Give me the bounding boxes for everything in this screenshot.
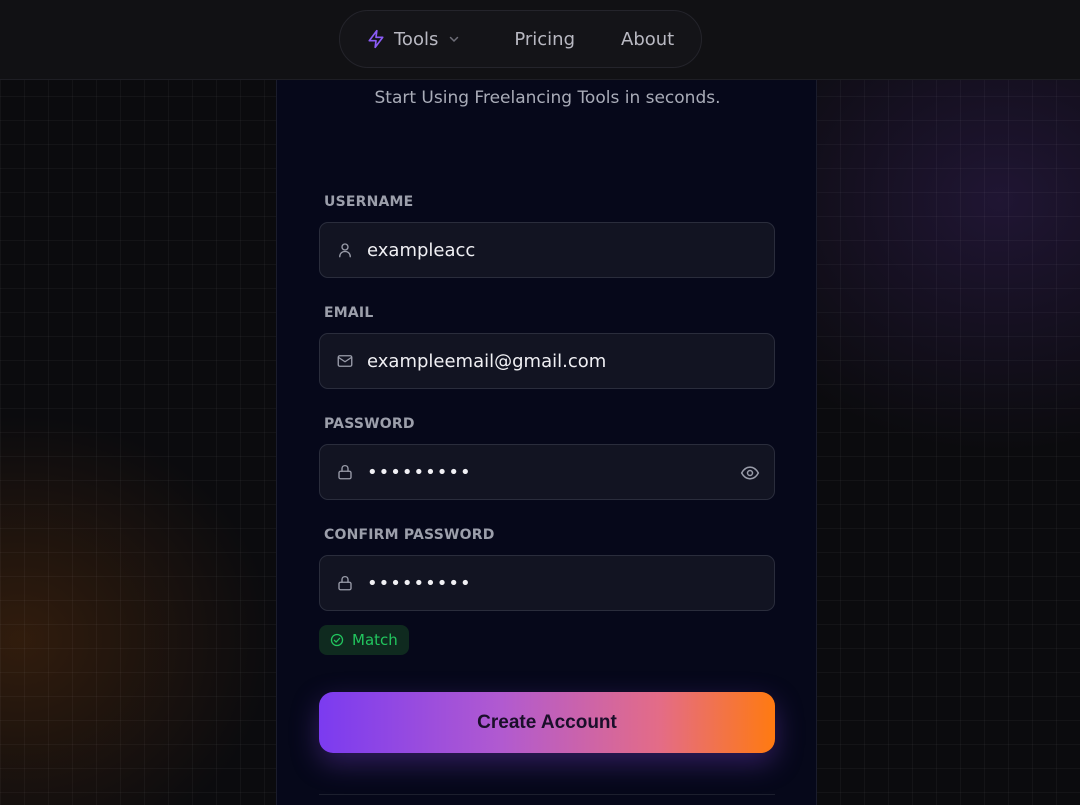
- chevron-down-icon: [450, 36, 459, 43]
- confirm-password-label: CONFIRM PASSWORD: [324, 527, 495, 543]
- lock-icon: [338, 464, 352, 480]
- confirm-password-field[interactable]: •••••••••: [319, 555, 775, 611]
- nav-pricing-link[interactable]: Pricing: [514, 29, 575, 50]
- password-match-badge: Match: [319, 625, 409, 655]
- top-navbar: Tools Pricing About: [0, 0, 1080, 80]
- signup-card: Start Using Freelancing Tools in seconds…: [276, 80, 817, 805]
- match-badge-label: Match: [352, 631, 398, 649]
- nav-pill: Tools Pricing About: [339, 10, 702, 68]
- email-value[interactable]: exampleemail@gmail.com: [367, 351, 606, 372]
- eye-icon[interactable]: [740, 463, 760, 483]
- form-subtitle: Start Using Freelancing Tools in seconds…: [374, 88, 721, 108]
- username-label: USERNAME: [324, 194, 414, 210]
- password-field[interactable]: •••••••••: [319, 444, 775, 500]
- create-account-button[interactable]: Create Account: [319, 692, 775, 753]
- username-value[interactable]: exampleacc: [367, 240, 475, 261]
- check-circle-icon: [330, 633, 344, 647]
- confirm-password-value[interactable]: •••••••••: [367, 573, 472, 594]
- username-field[interactable]: exampleacc: [319, 222, 775, 278]
- password-value[interactable]: •••••••••: [367, 462, 472, 483]
- password-label: PASSWORD: [324, 416, 415, 432]
- nav-about-link[interactable]: About: [621, 29, 674, 50]
- bolt-icon: [368, 29, 384, 49]
- email-label: EMAIL: [324, 305, 374, 321]
- email-field[interactable]: exampleemail@gmail.com: [319, 333, 775, 389]
- nav-tools-dropdown[interactable]: Tools: [366, 29, 460, 50]
- nav-tools-label: Tools: [394, 28, 439, 50]
- lock-icon: [338, 575, 352, 591]
- card-divider: [319, 794, 775, 795]
- user-icon: [339, 243, 351, 258]
- mail-icon: [337, 355, 353, 367]
